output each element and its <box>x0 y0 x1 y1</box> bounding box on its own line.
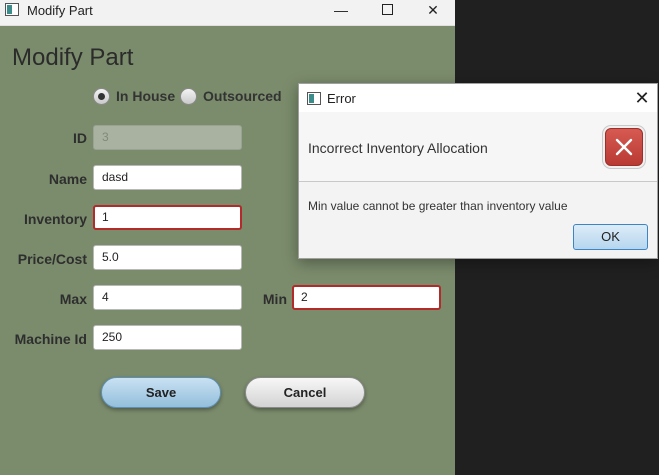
radio-outsourced[interactable]: Outsourced <box>180 86 282 106</box>
error-x-icon <box>615 138 633 156</box>
window-title: Modify Part <box>27 3 93 18</box>
id-label: ID <box>73 130 87 146</box>
machine-id-field[interactable]: 250 <box>93 325 242 350</box>
radio-unchecked-icon <box>180 87 197 105</box>
dialog-app-icon <box>307 92 321 105</box>
radio-outsourced-label: Outsourced <box>203 88 282 104</box>
cancel-button[interactable]: Cancel <box>245 377 365 408</box>
price-field[interactable]: 5.0 <box>93 245 242 270</box>
dialog-close-button[interactable]: ✕ <box>631 87 653 109</box>
dialog-title: Error <box>327 91 356 106</box>
window-titlebar[interactable]: Modify Part — ✕ <box>0 0 455 26</box>
ok-button[interactable]: OK <box>573 224 648 250</box>
dialog-header: Incorrect Inventory Allocation <box>299 112 657 182</box>
price-label: Price/Cost <box>17 251 87 267</box>
machine-id-label: Machine Id <box>14 331 87 347</box>
minimize-button[interactable]: — <box>318 0 364 25</box>
id-field: 3 <box>93 125 242 150</box>
maximize-icon <box>381 4 393 16</box>
radio-in-house-label: In House <box>116 88 176 104</box>
save-button[interactable]: Save <box>101 377 221 408</box>
app-icon <box>5 3 19 16</box>
error-icon <box>605 128 643 166</box>
dialog-message: Min value cannot be greater than invento… <box>308 199 568 213</box>
radio-checked-icon <box>93 87 110 105</box>
inventory-field[interactable]: 1 <box>93 205 242 230</box>
error-dialog: Error ✕ Incorrect Inventory Allocation M… <box>298 83 658 259</box>
dialog-titlebar[interactable]: Error ✕ <box>299 84 657 112</box>
maximize-button[interactable] <box>364 0 410 25</box>
radio-in-house[interactable]: In House <box>93 86 175 106</box>
max-label: Max <box>59 291 87 307</box>
page-title: Modify Part <box>12 44 134 71</box>
min-field[interactable]: 2 <box>292 285 441 310</box>
dialog-header-text: Incorrect Inventory Allocation <box>308 140 488 156</box>
inventory-label: Inventory <box>23 211 87 227</box>
close-button[interactable]: ✕ <box>410 0 455 25</box>
min-label: Min <box>262 291 287 307</box>
name-field[interactable]: dasd <box>93 165 242 190</box>
name-label: Name <box>48 171 87 187</box>
